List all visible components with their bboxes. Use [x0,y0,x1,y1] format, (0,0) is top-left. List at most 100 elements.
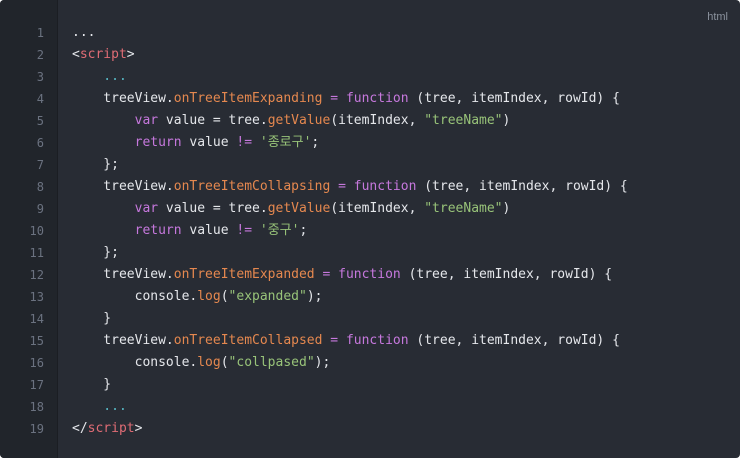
line-number: 12 [29,268,44,282]
code-line: 2 <script> [0,44,740,66]
code-token: onTreeItemExpanded [173,267,315,282]
code-text: treeView.onTreeItemCollapsing = function… [72,176,628,198]
code-token: console. [72,355,198,370]
code-line: 15 treeView.onTreeItemCollapsed = functi… [0,330,740,352]
code-text: var value = tree.getValue(itemIndex, "tr… [72,110,511,132]
code-token: '종로구' [259,135,312,150]
code-line: 13 console.log("expanded"); [0,286,740,308]
code-token: treeView. [72,333,174,348]
code-text: treeView.onTreeItemExpanding = function … [72,88,620,110]
code-token: onTreeItemCollapsing [173,179,331,194]
code-line: 8 treeView.onTreeItemCollapsing = functi… [0,176,740,198]
code-token: (tree, itemIndex, rowId) { [408,91,620,106]
code-token: getValue [267,201,331,216]
line-number: 10 [29,224,44,238]
code-token: }; [72,157,119,172]
code-text: <script> [72,44,135,66]
code-token: = [322,333,346,348]
line-number: 9 [36,202,44,216]
code-text: ... [72,66,127,88]
code-text: } [72,374,111,396]
code-line: 12 treeView.onTreeItemExpanded = functio… [0,264,740,286]
code-text: treeView.onTreeItemCollapsed = function … [72,330,620,352]
code-token: value [181,223,237,238]
code-token: onTreeItemExpanding [173,91,323,106]
line-number: 14 [29,312,44,326]
code-text: ... [72,22,95,44]
line-number: 17 [29,378,44,392]
code-token: return [134,135,182,150]
code-line: 5 var value = tree.getValue(itemIndex, "… [0,110,740,132]
code-token: ... [72,69,127,84]
code-token: < [72,47,80,62]
code-token: != [236,135,253,150]
line-number: 18 [29,400,44,414]
code-token: script [79,47,127,62]
code-text: }; [72,242,119,264]
code-token: ); [306,289,323,304]
code-token: function [345,91,409,106]
code-text: return value != '중구'; [72,220,308,242]
code-token: ) [502,201,511,216]
code-line: 18 ... [0,396,740,418]
code-text: </script> [72,418,142,440]
code-text: treeView.onTreeItemExpanded = function (… [72,264,612,286]
code-token: "treeName" [424,113,503,128]
code-token: ( [220,289,229,304]
code-line: 3 ... [0,66,740,88]
code-text: return value != '종로구'; [72,132,320,154]
code-token: > [134,421,143,436]
code-token: log [197,289,221,304]
code-line: 10 return value != '중구'; [0,220,740,242]
line-number: 2 [36,48,44,62]
code-text: console.log("collpased"); [72,352,331,374]
code-token: "treeName" [424,201,503,216]
code-token: script [87,421,135,436]
code-token: value [181,135,237,150]
code-token: treeView. [72,179,174,194]
code-token: return [134,223,182,238]
code-text: console.log("expanded"); [72,286,323,308]
code-token: (tree, itemIndex, rowId) { [416,179,628,194]
code-token: (tree, itemIndex, rowId) { [408,333,620,348]
code-token: ; [311,135,320,150]
code-lines[interactable]: 1... 2 <script> 3 ... 4 treeView.onTreeItemE… [0,22,740,440]
line-number: 13 [29,290,44,304]
line-number: 6 [36,136,44,150]
code-token: ; [299,223,308,238]
code-line: 19 </script> [0,418,740,440]
code-token: (itemIndex, [330,113,425,128]
code-token: function [338,267,401,282]
line-number: 5 [36,114,44,128]
code-token: != [236,223,253,238]
code-token: treeView. [72,267,174,282]
code-line: 4 treeView.onTreeItemExpanding = functio… [0,88,740,110]
code-token: getValue [267,113,331,128]
code-token: var [134,201,159,216]
code-token: ... [72,25,96,40]
code-token: value = tree. [158,113,268,128]
code-token: ); [314,355,331,370]
code-token: var [134,113,159,128]
code-line: 14 } [0,308,740,330]
code-line: 7 }; [0,154,740,176]
code-token: ) [502,113,511,128]
code-text: var value = tree.getValue(itemIndex, "tr… [72,198,511,220]
code-block: html 1... 2 <script> 3 ... 4 treeView.onTree… [0,0,740,458]
line-number: 19 [29,422,44,436]
code-token: ( [220,355,229,370]
code-line: 9 var value = tree.getValue(itemIndex, "… [0,198,740,220]
code-token: '중구' [259,223,300,238]
code-token: onTreeItemCollapsed [173,333,323,348]
code-token: "collpased" [228,355,315,370]
code-token: "expanded" [228,289,307,304]
line-number: 16 [29,356,44,370]
code-token: treeView. [72,91,174,106]
code-line: 6 return value != '종로구'; [0,132,740,154]
code-token: (itemIndex, [330,201,425,216]
line-number: 15 [29,334,44,348]
code-token: </ [72,421,88,436]
